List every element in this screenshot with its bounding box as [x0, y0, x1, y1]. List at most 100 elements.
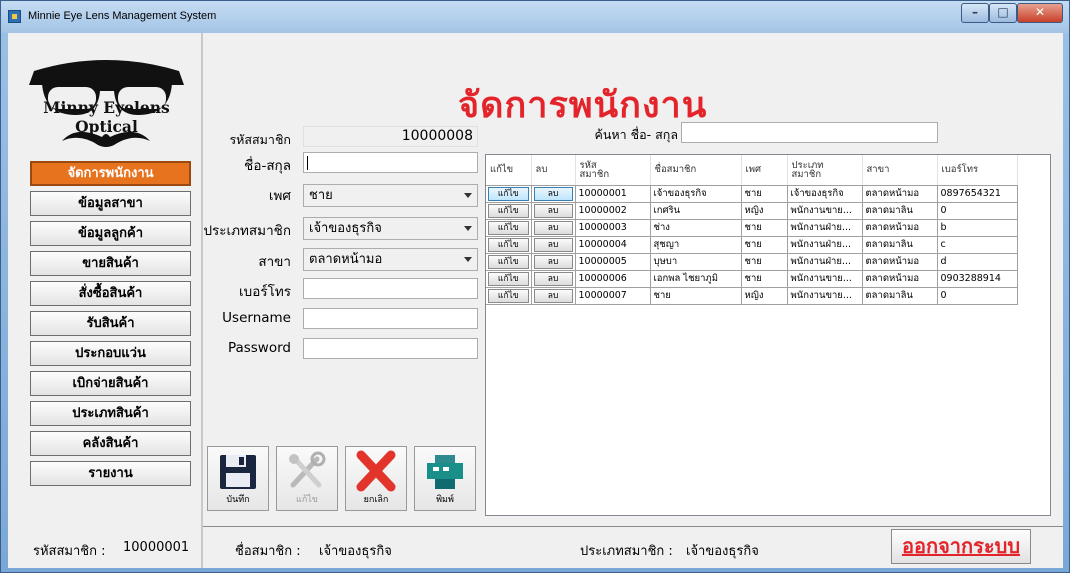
- row-member-type[interactable]: พนักงานขาย...: [787, 270, 863, 288]
- row-member-name[interactable]: สุชญา: [650, 236, 742, 254]
- save-button[interactable]: บันทึก: [207, 446, 269, 511]
- row-member-name[interactable]: บุษบา: [650, 253, 742, 271]
- row-branch[interactable]: ตลาดมาลิน: [862, 287, 938, 305]
- row-branch[interactable]: ตลาดหน้ามอ: [862, 253, 938, 271]
- table-row[interactable]: แก้ไข ลบ 10000001 เจ้าของธุรกิจ ชาย เจ้าของธุ…: [486, 185, 1018, 203]
- phone-field[interactable]: [303, 278, 478, 299]
- column-header[interactable]: รหัส สมาชิก: [575, 155, 651, 186]
- row-member-id[interactable]: 10000007: [575, 287, 651, 305]
- username-field[interactable]: [303, 308, 478, 329]
- nav-sell-products[interactable]: ขายสินค้า: [30, 251, 191, 276]
- row-edit-button[interactable]: แก้ไข: [488, 254, 529, 269]
- row-gender[interactable]: ชาย: [741, 270, 788, 288]
- close-button[interactable]: ✕: [1017, 3, 1063, 23]
- row-delete-button[interactable]: ลบ: [533, 203, 573, 218]
- row-member-id[interactable]: 10000003: [575, 219, 651, 237]
- row-member-name[interactable]: ช่าง: [650, 219, 742, 237]
- row-branch[interactable]: ตลาดหน้ามอ: [862, 219, 938, 237]
- cancel-button[interactable]: ยกเลิก: [345, 446, 407, 511]
- row-gender[interactable]: ชาย: [741, 185, 788, 203]
- row-edit-button[interactable]: แก้ไข: [488, 271, 529, 286]
- row-phone[interactable]: 0: [937, 202, 1018, 220]
- table-row[interactable]: แก้ไข ลบ 10000006 เอกพล ไชยาภูมิ ชาย พนักงานข…: [486, 270, 1018, 288]
- row-phone[interactable]: d: [937, 253, 1018, 271]
- search-input[interactable]: [681, 122, 938, 143]
- row-gender[interactable]: หญิง: [741, 202, 788, 220]
- column-header[interactable]: เบอร์โทร: [937, 155, 1018, 186]
- row-edit-button[interactable]: แก้ไข: [488, 203, 529, 218]
- row-member-type[interactable]: พนักงานขาย...: [787, 202, 863, 220]
- column-header[interactable]: เพศ: [741, 155, 788, 186]
- row-member-type[interactable]: พนักงานฝ่าย...: [787, 236, 863, 254]
- row-delete-button[interactable]: ลบ: [533, 220, 573, 235]
- column-header[interactable]: สาขา: [862, 155, 938, 186]
- row-phone[interactable]: b: [937, 219, 1018, 237]
- row-member-name[interactable]: เจ้าของธุรกิจ: [650, 185, 742, 203]
- row-member-type[interactable]: พนักงานฝ่าย...: [787, 219, 863, 237]
- row-member-type[interactable]: พนักงานฝ่าย...: [787, 253, 863, 271]
- row-delete-button[interactable]: ลบ: [533, 237, 573, 252]
- column-header[interactable]: ประเภท สมาชิก: [787, 155, 863, 186]
- minimize-button[interactable]: –: [961, 3, 989, 23]
- row-phone[interactable]: 0: [937, 287, 1018, 305]
- table-row[interactable]: แก้ไข ลบ 10000005 บุษบา ชาย พนักงานฝ่าย... ตลา…: [486, 253, 1018, 271]
- row-member-id[interactable]: 10000004: [575, 236, 651, 254]
- row-edit-button[interactable]: แก้ไข: [488, 220, 529, 235]
- nav-customer-info[interactable]: ข้อมูลลูกค้า: [30, 221, 191, 246]
- print-button[interactable]: พิมพ์: [414, 446, 476, 511]
- column-header[interactable]: แก้ไข: [486, 155, 532, 186]
- nav-product-types[interactable]: ประเภทสินค้า: [30, 401, 191, 426]
- name-field[interactable]: [303, 152, 478, 173]
- row-member-name[interactable]: เกศริน: [650, 202, 742, 220]
- maximize-button[interactable]: □: [989, 3, 1017, 23]
- row-gender[interactable]: ชาย: [741, 253, 788, 271]
- nav-withdraw-products[interactable]: เบิกจ่ายสินค้า: [30, 371, 191, 396]
- row-edit-button[interactable]: แก้ไข: [488, 186, 529, 201]
- row-phone[interactable]: 0903288914: [937, 270, 1018, 288]
- logout-button[interactable]: ออกจากระบบ: [891, 529, 1031, 564]
- row-branch[interactable]: ตลาดมาลิน: [862, 202, 938, 220]
- column-header[interactable]: ชื่อสมาชิก: [650, 155, 742, 186]
- nav-branch-info[interactable]: ข้อมูลสาขา: [30, 191, 191, 216]
- row-gender[interactable]: ชาย: [741, 236, 788, 254]
- row-member-id[interactable]: 10000006: [575, 270, 651, 288]
- row-member-type[interactable]: เจ้าของธุรกิจ: [787, 185, 863, 203]
- row-branch[interactable]: ตลาดหน้ามอ: [862, 270, 938, 288]
- table-row[interactable]: แก้ไข ลบ 10000007 ชาย หญิง พนักงานขาย... ตลาดม…: [486, 287, 1018, 305]
- table-row[interactable]: แก้ไข ลบ 10000002 เกศริน หญิง พนักงานขาย... ตล…: [486, 202, 1018, 220]
- row-phone[interactable]: 0897654321: [937, 185, 1018, 203]
- row-delete-button[interactable]: ลบ: [533, 271, 573, 286]
- row-member-id[interactable]: 10000002: [575, 202, 651, 220]
- row-delete-button[interactable]: ลบ: [533, 186, 573, 201]
- table-row[interactable]: แก้ไข ลบ 10000004 สุชญา ชาย พนักงานฝ่าย... ตลา…: [486, 236, 1018, 254]
- nav-reports[interactable]: รายงาน: [30, 461, 191, 486]
- branch-select[interactable]: ตลาดหน้ามอ: [303, 248, 478, 271]
- nav-employee-management[interactable]: จัดการพนักงาน: [30, 161, 191, 186]
- nav-warehouse[interactable]: คลังสินค้า: [30, 431, 191, 456]
- gender-select[interactable]: ชาย: [303, 184, 478, 207]
- nav-receive-products[interactable]: รับสินค้า: [30, 311, 191, 336]
- row-branch[interactable]: ตลาดหน้ามอ: [862, 185, 938, 203]
- row-member-name[interactable]: ชาย: [650, 287, 742, 305]
- row-gender[interactable]: ชาย: [741, 219, 788, 237]
- row-phone[interactable]: c: [937, 236, 1018, 254]
- password-field[interactable]: [303, 338, 478, 359]
- row-member-id[interactable]: 10000001: [575, 185, 651, 203]
- members-grid[interactable]: แก้ไข ลบ รหัส สมาชิก ชื่อสมาชิก เพศ ประเ…: [485, 154, 1051, 516]
- column-header[interactable]: ลบ: [531, 155, 576, 186]
- row-edit-button[interactable]: แก้ไข: [488, 237, 529, 252]
- table-row[interactable]: แก้ไข ลบ 10000003 ช่าง ชาย พนักงานฝ่าย... ตลาด…: [486, 219, 1018, 237]
- member-type-select[interactable]: เจ้าของธุรกิจ: [303, 217, 478, 240]
- printer-icon: [427, 455, 463, 489]
- row-branch[interactable]: ตลาดมาลิน: [862, 236, 938, 254]
- row-member-name[interactable]: เอกพล ไชยาภูมิ: [650, 270, 742, 288]
- row-edit-button[interactable]: แก้ไข: [488, 288, 529, 303]
- nav-assemble-glasses[interactable]: ประกอบแว่น: [30, 341, 191, 366]
- edit-button[interactable]: แก้ไข: [276, 446, 338, 511]
- row-gender[interactable]: หญิง: [741, 287, 788, 305]
- row-member-type[interactable]: พนักงานขาย...: [787, 287, 863, 305]
- row-delete-button[interactable]: ลบ: [533, 254, 573, 269]
- row-member-id[interactable]: 10000005: [575, 253, 651, 271]
- nav-order-products[interactable]: สั่งซื้อสินค้า: [30, 281, 191, 306]
- row-delete-button[interactable]: ลบ: [533, 288, 573, 303]
